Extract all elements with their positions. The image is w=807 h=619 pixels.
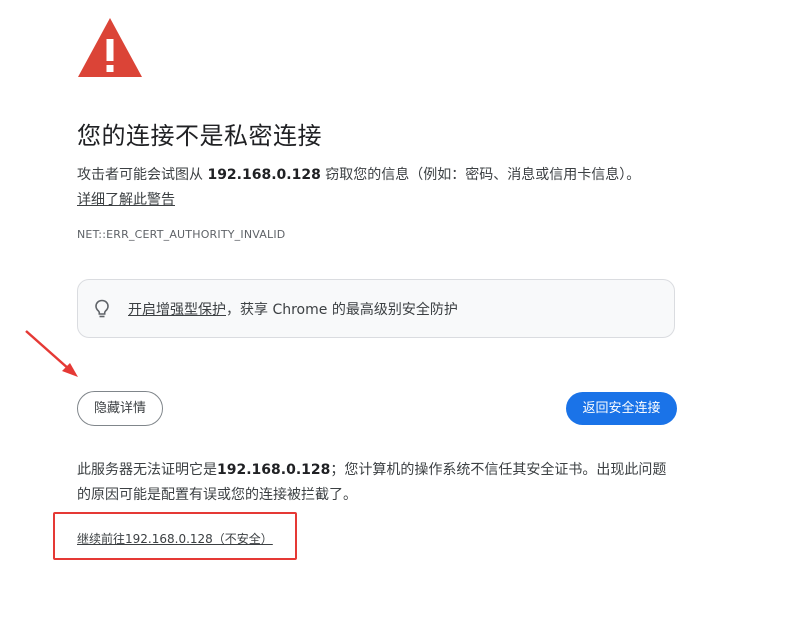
description-suffix: 窃取您的信息（例如：密码、消息或信用卡信息）。 xyxy=(320,167,641,183)
warning-triangle-icon xyxy=(78,18,142,77)
description-prefix: 攻击者可能会试图从 xyxy=(77,167,208,183)
enhanced-protection-text: 开启增强型保护，获享 Chrome 的最高级别安全防护 xyxy=(128,299,458,319)
interstitial-page: 您的连接不是私密连接 攻击者可能会试图从 192.168.0.128 窃取您的信… xyxy=(0,0,807,619)
lightbulb-icon xyxy=(95,299,109,318)
back-to-safety-button[interactable]: 返回安全连接 xyxy=(566,392,677,425)
enhanced-protection-suffix: ，获享 Chrome 的最高级别安全防护 xyxy=(226,302,458,318)
hide-details-button[interactable]: 隐藏详情 xyxy=(77,391,163,426)
explanation-prefix: 此服务器无法证明它是 xyxy=(77,462,217,478)
explanation-host: 192.168.0.128 xyxy=(217,462,331,478)
enhanced-protection-banner: 开启增强型保护，获享 Chrome 的最高级别安全防护 xyxy=(77,279,675,338)
proceed-unsafe-link[interactable]: 继续前往192.168.0.128（不安全） xyxy=(77,530,273,547)
enable-enhanced-protection-link[interactable]: 开启增强型保护 xyxy=(128,302,226,318)
error-code: NET::ERR_CERT_AUTHORITY_INVALID xyxy=(77,228,286,241)
learn-more-link[interactable]: 详细了解此警告 xyxy=(77,189,175,211)
warning-description: 攻击者可能会试图从 192.168.0.128 窃取您的信息（例如：密码、消息或… xyxy=(77,164,640,186)
description-host: 192.168.0.128 xyxy=(207,167,321,183)
details-explanation: 此服务器无法证明它是192.168.0.128；您计算机的操作系统不信任其安全证… xyxy=(77,458,677,508)
red-arrow-annotation xyxy=(25,330,78,377)
page-title: 您的连接不是私密连接 xyxy=(77,122,322,150)
